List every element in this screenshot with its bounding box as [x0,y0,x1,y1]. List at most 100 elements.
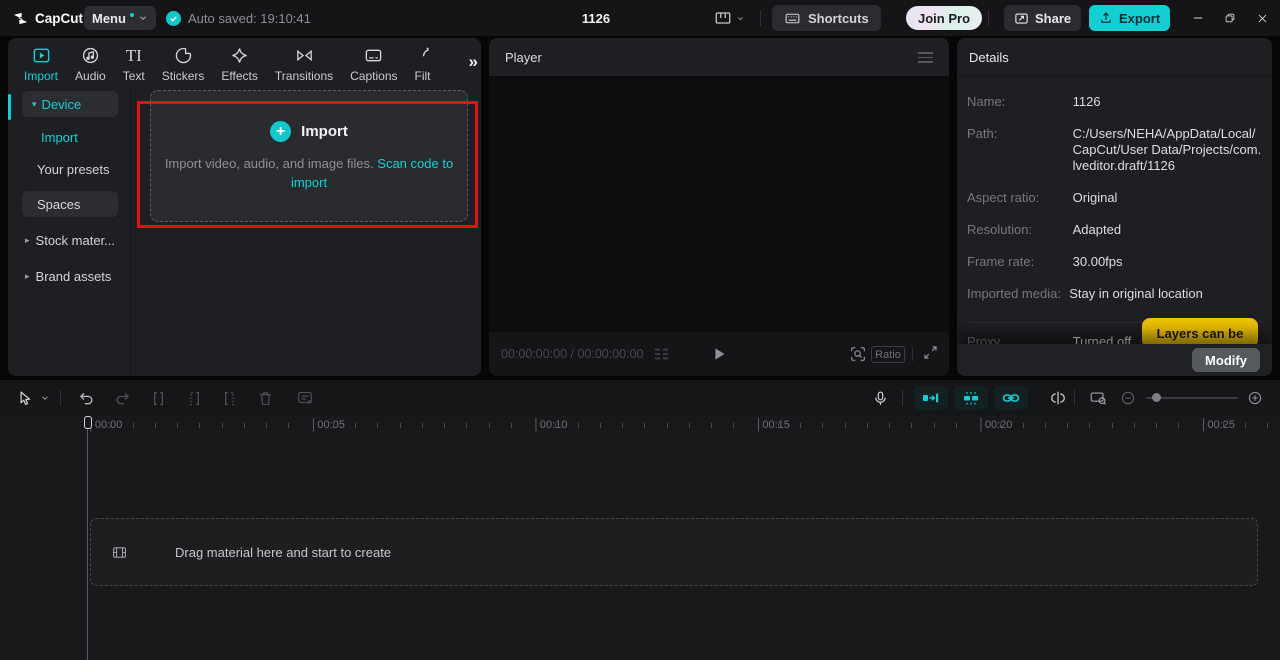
player-title: Player [505,38,542,76]
detail-value: 1126 [1073,94,1262,110]
menu-notification-dot [130,13,134,17]
ruler-tick [400,423,401,428]
dropzone-hint: Drag material here and start to create [175,545,391,560]
menu-button[interactable]: Menu [84,6,156,30]
ruler-tick [110,423,111,428]
share-label: Share [1035,11,1071,26]
details-panel: Details Name: 1126 Path: C:/Users/NEHA/A… [957,38,1272,376]
delete-right-button[interactable] [217,380,241,416]
tab-audio[interactable]: Audio [75,46,106,86]
preview-axis-button[interactable] [1046,380,1070,416]
player-controls: 00:00:00:00 / 00:00:00:00 Ratio [489,332,949,376]
timeline-section: │00:00│00:05│00:10│00:15│00:20│00:25 Dra… [0,380,1280,660]
record-voiceover-button[interactable] [868,380,892,416]
ruler-tick [1223,423,1224,428]
more-tabs-button[interactable]: » [469,52,478,72]
sidebar-item-spaces[interactable]: Spaces [22,191,118,217]
modify-button[interactable]: Modify [1192,348,1260,372]
ruler-tick [1023,423,1024,428]
link-toggle[interactable] [994,386,1028,410]
check-circle-icon [166,11,181,26]
triangle-down-icon: ▾ [32,99,37,110]
detail-row-imported-media: Imported media: Stay in original locatio… [967,286,1262,302]
ruler-tick [489,423,490,428]
triangle-right-icon: ▸ [25,235,30,246]
select-tool-chevron[interactable] [38,380,52,416]
share-button[interactable]: Share [1004,5,1081,31]
delete-left-button[interactable] [182,380,206,416]
titlebar: CapCut Menu Auto saved: 19:10:41 1126 Sh… [0,0,1280,36]
shortcuts-label: Shortcuts [808,11,869,26]
timeline-zoom-handle[interactable] [1152,393,1161,402]
chevron-down-icon [736,14,745,23]
delete-caption-button[interactable] [293,380,317,416]
play-button[interactable] [710,345,728,363]
shortcuts-button[interactable]: Shortcuts [772,5,881,31]
tab-effects[interactable]: Effects [221,46,257,86]
capcut-logo: CapCut [12,0,83,36]
timecode: 00:00:00:00 / 00:00:00:00 [501,332,644,376]
main-track-magnet-toggle[interactable] [954,386,988,410]
timeline-dropzone[interactable]: Drag material here and start to create [90,518,1258,586]
tab-label: Effects [221,69,257,83]
delete-button[interactable] [253,380,277,416]
fullscreen-icon[interactable] [922,344,939,361]
capcut-logo-icon [12,10,29,27]
share-icon [1014,11,1029,26]
layout-switch-button[interactable] [714,6,745,30]
filmstrip-icon [111,544,128,561]
sidebar-item-device[interactable]: ▾ Device [22,91,118,117]
player-menu-icon[interactable] [918,52,933,63]
ruler-tick [911,423,912,428]
sidebar-item-stock-materials[interactable]: ▸ Stock mater... [25,233,115,248]
ruler-tick [288,423,289,428]
join-pro-button[interactable]: Join Pro [906,6,982,30]
ratio-button[interactable]: Ratio [871,346,905,363]
restore-icon [1223,11,1237,25]
ruler-tick [1045,423,1046,428]
sidebar-item-your-presets[interactable]: Your presets [37,162,110,177]
window-close-button[interactable] [1250,8,1274,28]
select-tool-button[interactable] [12,380,36,416]
sidebar-item-import[interactable]: Import [41,130,78,145]
sidebar-item-brand-assets[interactable]: ▸ Brand assets [25,269,111,284]
preview-zoom-icon[interactable] [849,345,867,363]
detail-row-frame-rate: Frame rate: 30.00fps [967,254,1262,270]
auto-snap-toggle[interactable] [914,386,948,410]
fit-timeline-button[interactable] [1086,380,1110,416]
sidebar-item-label: Spaces [37,197,80,212]
window-minimize-button[interactable] [1186,8,1210,28]
tab-import[interactable]: Import [24,46,58,86]
export-label: Export [1119,11,1160,26]
window-maximize-button[interactable] [1218,8,1242,28]
sidebar-item-label: Device [42,97,82,112]
tab-stickers[interactable]: Stickers [162,46,205,86]
tab-text[interactable]: TI Text [123,46,145,86]
ruler-tick [1112,423,1113,428]
detail-value: C:/Users/NEHA/AppData/Local/CapCut/User … [1073,126,1262,174]
tab-captions[interactable]: Captions [350,46,397,86]
ruler-tick [822,423,823,428]
toolbar-divider [1074,390,1075,406]
zoom-in-button[interactable] [1243,380,1267,416]
zoom-out-button[interactable] [1116,380,1140,416]
tab-transitions[interactable]: Transitions [275,46,333,86]
detail-row-path: Path: C:/Users/NEHA/AppData/Local/CapCut… [967,126,1262,174]
ruler-tick [1089,423,1090,428]
split-button[interactable] [146,380,170,416]
close-icon [1256,12,1269,25]
export-button[interactable]: Export [1089,5,1170,31]
ruler-tick [222,423,223,428]
detail-label: Frame rate: [967,254,1073,270]
sidebar-active-indicator [8,94,11,120]
toolbar-divider [60,390,61,406]
detail-label: Resolution: [967,222,1073,238]
tab-filters[interactable]: Filt [415,46,431,86]
ruler-label: │00:25 [1201,419,1235,431]
timeline-ruler[interactable]: │00:00│00:05│00:10│00:15│00:20│00:25 [0,416,1280,434]
playhead[interactable] [84,416,92,429]
undo-button[interactable] [74,380,98,416]
ruler-tick [266,423,267,428]
redo-button[interactable] [110,380,134,416]
player-panel: Player 00:00:00:00 / 00:00:00:00 Ratio [489,38,949,376]
